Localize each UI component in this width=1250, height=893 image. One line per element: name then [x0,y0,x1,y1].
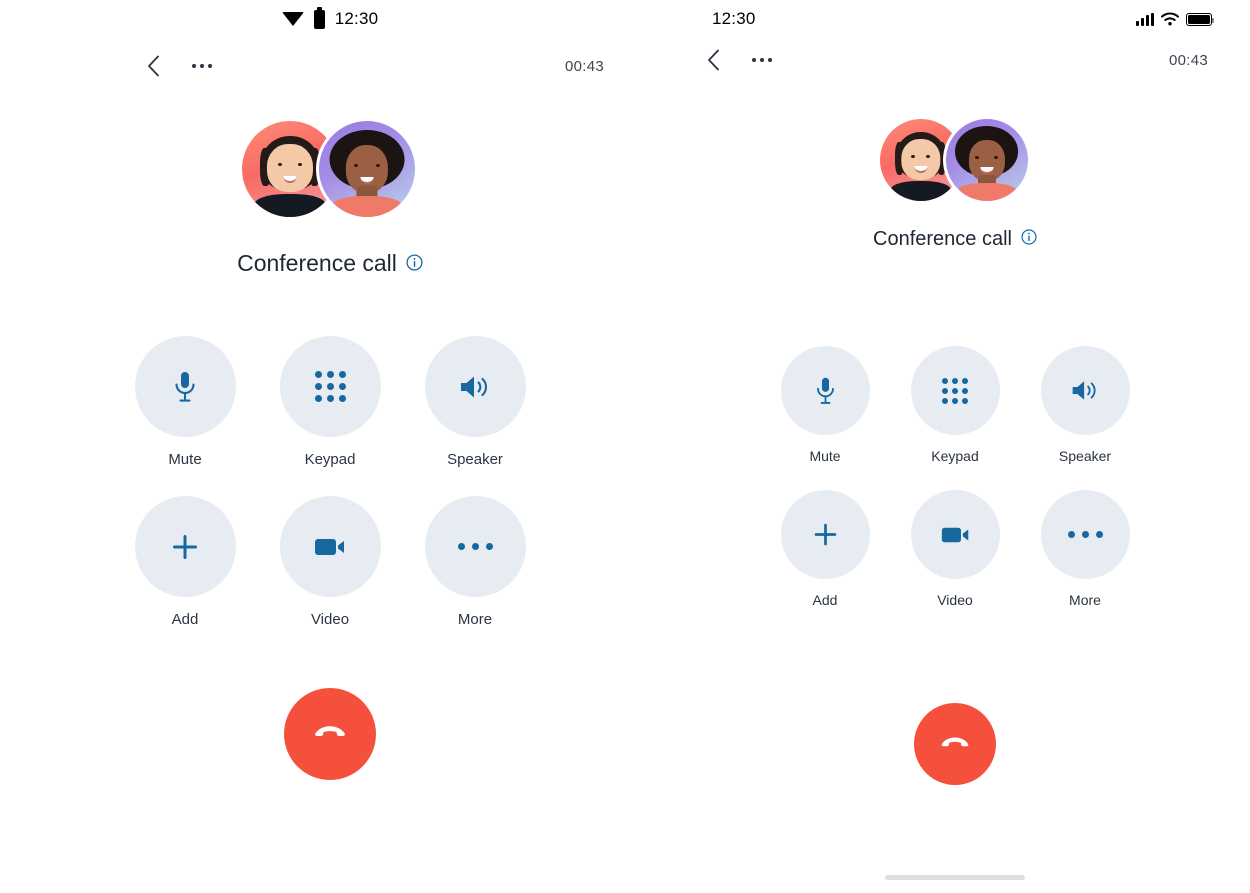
screens-container: 12:30 00:43 Conference call Mute Keypad … [0,0,1250,893]
android-call-header: Conference call [0,118,660,277]
ios-controls-grid: Mute Keypad Speaker Add Video More [660,346,1250,608]
more-button-label: More [457,611,493,628]
keypad-button[interactable]: Keypad [279,336,381,468]
android-controls-grid: Mute Keypad Speaker Add Video More [0,336,660,628]
plus-icon [814,523,836,546]
page-title: Conference call [873,228,1012,250]
speaker-button[interactable]: Speaker [424,336,526,468]
microphone-icon [816,377,834,404]
video-camera-icon [941,527,968,542]
ios-call-screen: 12:30 00:43 Conference call Mute Keypad … [660,0,1250,893]
overflow-menu-icon[interactable] [192,64,212,68]
ellipsis-icon [457,543,493,550]
keypad-button-circle [910,346,1000,435]
controls-row-2: Add Video More [660,490,1250,608]
ellipsis-icon [1067,531,1103,538]
info-circle-icon[interactable] [1021,228,1037,251]
speaker-button-circle [424,336,526,437]
mute-button-label: Mute [168,451,202,468]
plus-icon [173,534,197,559]
speaker-button-label: Speaker [447,451,503,468]
keypad-button-label: Keypad [304,451,356,468]
end-call-button[interactable] [914,703,996,785]
keypad-button-circle [279,336,381,437]
speaker-button[interactable]: Speaker [1040,346,1130,464]
mute-button[interactable]: Mute [134,336,236,468]
end-call-button[interactable] [284,688,376,780]
participant-avatars [242,118,418,220]
add-button-label: Add [812,592,838,608]
add-button[interactable]: Add [134,496,236,628]
cellular-signal-icon [1136,12,1154,26]
overflow-menu-icon[interactable] [752,58,772,62]
participant-2-avatar [942,116,1031,204]
controls-row-1: Mute Keypad Speaker [660,346,1250,464]
mute-button-circle [134,336,236,437]
keypad-icon [942,377,968,404]
mute-button[interactable]: Mute [780,346,870,464]
call-title-row: Conference call [237,250,423,277]
video-button-circle [279,496,381,597]
hangup-phone-icon [315,726,345,736]
ios-call-header: Conference call [660,116,1250,251]
status-bar-time: 12:30 [334,9,379,28]
android-end-call-area [0,688,660,780]
chevron-left-icon[interactable] [140,53,166,79]
add-button-circle [134,496,236,597]
wifi-icon [1161,12,1179,26]
chevron-left-icon[interactable] [700,47,726,73]
participant-2-avatar [316,118,418,220]
microphone-icon [175,371,195,402]
mute-button-circle [780,346,870,435]
call-timer: 00:43 [564,57,604,75]
controls-row-2: Add Video More [0,496,660,628]
wifi-triangle-icon [281,12,304,26]
more-button-label: More [1069,592,1101,608]
video-button-label: Video [937,592,973,608]
more-button-circle [424,496,526,597]
video-button[interactable]: Video [279,496,381,628]
hangup-phone-icon [941,737,969,746]
add-button-circle [780,490,870,579]
android-nav-bar: 00:43 [0,48,660,84]
page-title: Conference call [237,250,397,276]
more-button[interactable]: More [424,496,526,628]
speaker-button-label: Speaker [1058,448,1112,464]
android-call-screen: 12:30 00:43 Conference call Mute Keypad … [0,0,660,893]
video-button-circle [910,490,1000,579]
video-button[interactable]: Video [910,490,1000,608]
battery-icon [1186,12,1214,26]
speaker-button-circle [1040,346,1130,435]
keypad-button[interactable]: Keypad [910,346,1000,464]
video-button-label: Video [310,611,350,628]
ios-nav-bar: 00:43 [660,42,1250,78]
mute-button-label: Mute [809,448,841,464]
more-button-circle [1040,490,1130,579]
speaker-icon [461,376,487,397]
keypad-button-label: Keypad [931,448,979,464]
more-button[interactable]: More [1040,490,1130,608]
status-bar-time: 12:30 [712,9,756,28]
participant-avatars [879,116,1031,204]
info-circle-icon[interactable] [406,250,423,277]
video-camera-icon [315,538,344,555]
call-title-row: Conference call [873,228,1037,251]
add-button[interactable]: Add [780,490,870,608]
status-bar-icons [1136,12,1214,26]
home-indicator[interactable] [885,875,1025,880]
keypad-icon [314,371,346,402]
ios-end-call-area [660,703,1250,785]
ios-status-bar: 12:30 [660,0,1250,38]
controls-row-1: Mute Keypad Speaker [0,336,660,468]
battery-icon [313,6,325,29]
speaker-icon [1072,381,1096,400]
call-timer: 00:43 [1168,51,1208,69]
add-button-label: Add [171,611,199,628]
android-status-bar: 12:30 [0,0,660,38]
